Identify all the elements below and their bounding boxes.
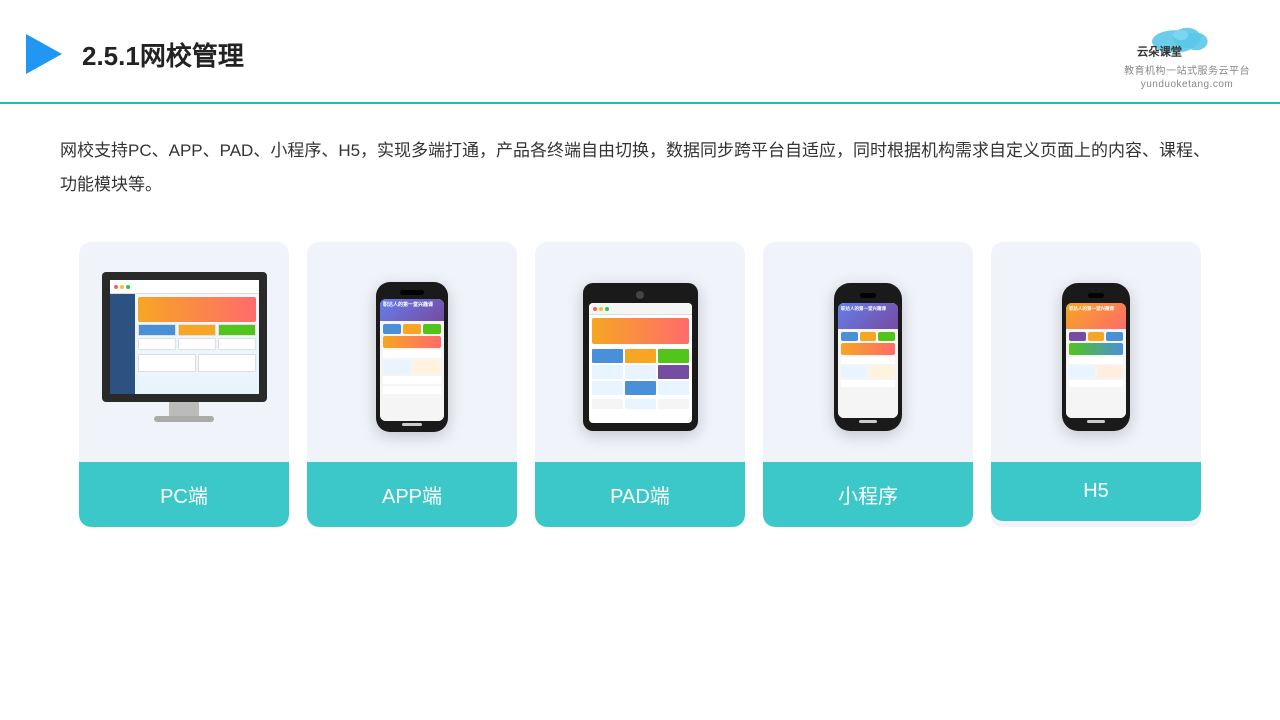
page-title: 2.5.1网校管理 — [82, 36, 244, 73]
card-pc-label: PC端 — [79, 462, 289, 527]
cloud-logo: 云朵课堂 — [1137, 18, 1237, 60]
card-miniprogram-label: 小程序 — [763, 462, 973, 527]
card-app: 职达人的第一堂兴趣课 — [307, 242, 517, 527]
miniprogram-phone-mockup: 职达人的第一堂兴趣课 — [834, 283, 902, 431]
card-pad: PAD端 — [535, 242, 745, 527]
card-app-image: 职达人的第一堂兴趣课 — [307, 242, 517, 462]
card-pc-image — [79, 242, 289, 462]
svg-text:云朵课堂: 云朵课堂 — [1137, 44, 1182, 58]
logo-url: yunduoketang.com — [1141, 79, 1234, 90]
card-pad-image — [535, 242, 745, 462]
monitor-screen — [102, 272, 267, 402]
cards-container: PC端 职达人的第一堂兴趣课 — [0, 212, 1280, 527]
logo-tagline: 教育机构一站式服务云平台 — [1124, 62, 1250, 77]
h5-phone-mockup: 职达人的第一堂兴趣课 — [1062, 283, 1130, 431]
card-miniprogram-image: 职达人的第一堂兴趣课 — [763, 242, 973, 462]
card-miniprogram: 职达人的第一堂兴趣课 — [763, 242, 973, 527]
header: 2.5.1网校管理 云朵课堂 教育机构一站式服务云平台 yunduoketang… — [0, 0, 1280, 104]
card-h5-label: H5 — [991, 462, 1201, 521]
description-text: 网校支持PC、APP、PAD、小程序、H5，实现多端打通，产品各终端自由切换，数… — [0, 104, 1280, 212]
app-phone-mockup: 职达人的第一堂兴趣课 — [376, 282, 448, 432]
pad-tablet-mockup — [583, 283, 698, 431]
card-h5-image: 职达人的第一堂兴趣课 — [991, 242, 1201, 462]
pc-monitor — [99, 272, 269, 442]
header-left: 2.5.1网校管理 — [20, 30, 244, 78]
card-app-label: APP端 — [307, 462, 517, 527]
card-h5: 职达人的第一堂兴趣课 — [991, 242, 1201, 527]
logo-area: 云朵课堂 教育机构一站式服务云平台 yunduoketang.com — [1124, 18, 1250, 90]
card-pc: PC端 — [79, 242, 289, 527]
card-pad-label: PAD端 — [535, 462, 745, 527]
play-icon — [20, 30, 68, 78]
